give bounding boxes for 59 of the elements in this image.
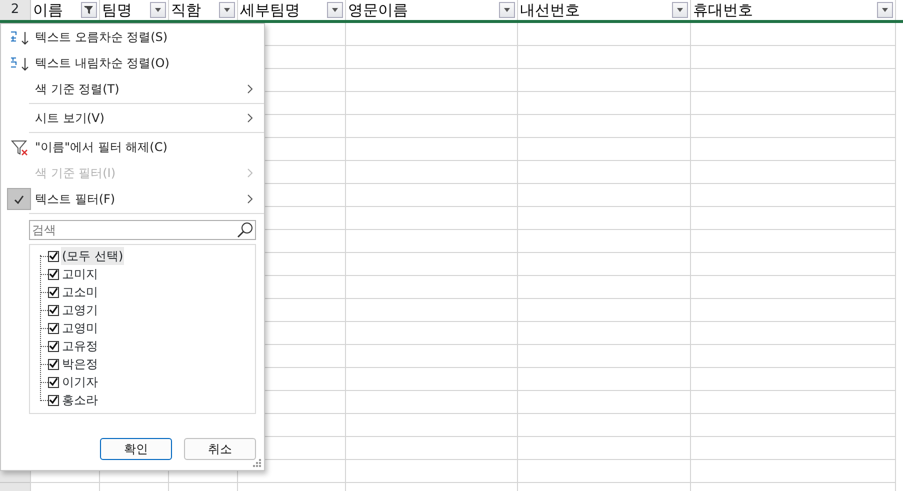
caret-icon: [881, 6, 889, 14]
caret-icon: [331, 6, 339, 14]
chevron-right-icon: [246, 168, 254, 178]
caret-icon: [154, 6, 162, 14]
checkbox[interactable]: [48, 304, 59, 316]
list-item[interactable]: (모두 선택): [61, 247, 124, 265]
column-header: 이름: [33, 0, 63, 21]
list-item[interactable]: 고영기: [61, 301, 99, 319]
checkmark-icon: [13, 194, 25, 204]
checkbox[interactable]: [48, 268, 59, 280]
checkbox[interactable]: [48, 250, 59, 262]
caret-icon: [503, 6, 511, 14]
checkbox[interactable]: [48, 340, 59, 352]
menu-item[interactable]: 텍스트 내림차순 정렬(O): [1, 50, 264, 76]
caret-icon: [676, 6, 684, 14]
clear-filter-icon: [10, 138, 28, 156]
resize-grip-icon: [253, 459, 261, 467]
column-header: 직함: [171, 0, 201, 21]
dropdown-button[interactable]: [150, 2, 166, 18]
search-icon: [237, 222, 253, 238]
menu-item[interactable]: 시트 보기(V): [1, 105, 264, 131]
checkbox[interactable]: [48, 358, 59, 370]
checkbox[interactable]: [48, 394, 59, 406]
menu-item[interactable]: 텍스트 필터(F): [1, 186, 264, 212]
list-item[interactable]: 이기자: [61, 373, 99, 391]
search-field[interactable]: 검색: [29, 220, 256, 240]
ok-button[interactable]: 확인: [100, 438, 172, 460]
list-item[interactable]: 고소미: [61, 283, 99, 301]
column-header: 내선번호: [520, 0, 580, 21]
column-header: 영문이름: [348, 0, 408, 21]
dropdown-button[interactable]: [219, 2, 235, 18]
chevron-right-icon: [246, 84, 254, 94]
filter-icon: [84, 5, 94, 15]
dropdown-button[interactable]: [327, 2, 343, 18]
sort-ascending-icon: [10, 30, 28, 44]
menu-item[interactable]: 색 기준 정렬(T): [1, 76, 264, 102]
cancel-button[interactable]: 취소: [184, 438, 256, 460]
chevron-right-icon: [246, 194, 254, 204]
list-item[interactable]: 고유정: [61, 337, 99, 355]
filter-button[interactable]: [81, 2, 97, 18]
chevron-right-icon: [246, 113, 254, 123]
checkbox[interactable]: [48, 322, 59, 334]
caret-icon: [223, 6, 231, 14]
list-item[interactable]: 박은정: [61, 355, 99, 373]
sort-descending-icon: [10, 56, 28, 70]
dropdown-button[interactable]: [499, 2, 515, 18]
list-item[interactable]: 고미지: [61, 265, 99, 283]
menu-item[interactable]: 텍스트 오름차순 정렬(S): [1, 24, 264, 50]
checkbox[interactable]: [48, 376, 59, 388]
row-number: 2: [0, 0, 31, 20]
checkbox[interactable]: [48, 286, 59, 298]
column-header: 휴대번호: [693, 0, 753, 21]
menu-item[interactable]: "이름"에서 필터 해제(C): [1, 134, 264, 160]
dropdown-button[interactable]: [877, 2, 893, 18]
column-header: 세부팀명: [240, 0, 300, 21]
dropdown-button[interactable]: [672, 2, 688, 18]
list-item[interactable]: 홍소라: [61, 391, 99, 409]
column-header: 팀명: [102, 0, 132, 21]
list-item[interactable]: 고영미: [61, 319, 99, 337]
